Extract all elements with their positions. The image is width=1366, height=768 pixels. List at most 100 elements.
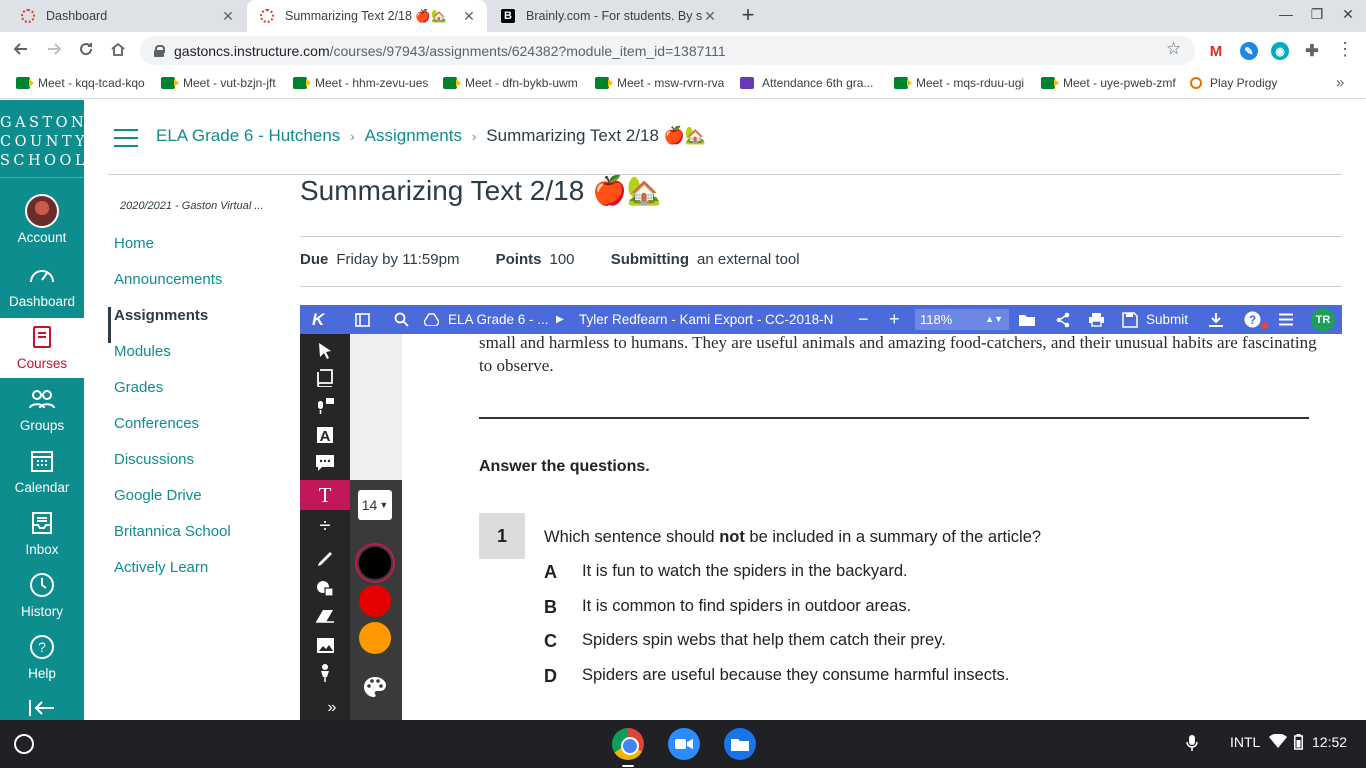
global-nav-groups[interactable]: Groups — [0, 380, 84, 442]
restore-button[interactable]: ❐ — [1307, 6, 1327, 23]
kami-file-name[interactable]: Tyler Redfearn - Kami Export - CC-2018-N — [579, 305, 833, 334]
font-size-select[interactable]: 14 ▼ — [358, 490, 392, 520]
print-icon[interactable] — [1088, 305, 1105, 334]
global-nav-calendar[interactable]: Calendar — [0, 442, 84, 504]
open-folder-icon[interactable] — [1018, 305, 1038, 334]
image-insert-icon[interactable] — [300, 631, 350, 659]
close-tab-icon[interactable]: ✕ — [220, 8, 236, 25]
submit-button[interactable]: Submit — [1122, 305, 1188, 334]
course-nav-modules[interactable]: Modules — [108, 343, 231, 379]
zoom-in-button[interactable]: + — [889, 305, 900, 334]
answer-option-b[interactable]: B It is common to find spiders in outdoor… — [544, 597, 911, 618]
reload-button[interactable] — [73, 38, 99, 64]
global-nav-help[interactable]: ? Help — [0, 628, 84, 690]
minimize-button[interactable]: — — [1276, 6, 1296, 22]
bookmark-item[interactable]: Play Prodigy — [1190, 76, 1277, 90]
course-nav-google-drive[interactable]: Google Drive — [108, 487, 231, 523]
tab-brainly[interactable]: B Brainly.com - For students. By st ✕ — [488, 0, 728, 32]
new-tab-button[interactable]: + — [736, 4, 760, 28]
answer-option-a[interactable]: A It is fun to watch the spiders in the b… — [544, 562, 908, 583]
download-icon[interactable] — [1208, 305, 1224, 334]
clock[interactable]: 12:52 — [1312, 734, 1347, 750]
course-nav-grades[interactable]: Grades — [108, 379, 231, 415]
color-swatch-orange[interactable] — [359, 622, 391, 654]
expand-tools-icon[interactable]: » — [314, 694, 350, 722]
course-nav-conferences[interactable]: Conferences — [108, 415, 231, 451]
voice-comment-icon[interactable] — [300, 392, 350, 420]
close-tab-icon[interactable]: ✕ — [702, 8, 718, 25]
bookmark-star-icon[interactable]: ☆ — [1166, 39, 1181, 59]
help-icon[interactable]: ? — [1244, 305, 1261, 334]
color-swatch-red[interactable] — [359, 585, 391, 617]
bookmark-item[interactable]: Meet - kqq-tcad-kqo — [16, 76, 145, 90]
screencastify-extension-icon[interactable]: ◉ — [1271, 42, 1289, 60]
answer-option-d[interactable]: D Spiders are useful because they consume… — [544, 666, 1009, 687]
more-bookmarks-icon[interactable]: » — [1336, 74, 1344, 91]
bookmark-item[interactable]: Meet - hhm-zevu-ues — [293, 76, 428, 90]
course-nav-discussions[interactable]: Discussions — [108, 451, 231, 487]
edpuzzle-extension-icon[interactable]: ✎ — [1240, 42, 1258, 60]
kami-folder-name[interactable]: ELA Grade 6 - ... — [448, 305, 549, 334]
global-nav-account[interactable]: Account — [0, 192, 84, 254]
school-logo[interactable]: GASTON COUNTY SCHOOLS — [0, 100, 98, 178]
global-nav-courses[interactable]: Courses — [0, 318, 84, 378]
course-nav-actively-learn[interactable]: Actively Learn — [108, 559, 231, 595]
answer-option-c[interactable]: C Spiders spin webs that help them catch … — [544, 631, 946, 652]
breadcrumb-assignments[interactable]: Assignments — [365, 126, 462, 146]
bookmark-item[interactable]: Attendance 6th gra... — [740, 76, 873, 90]
signature-icon[interactable] — [300, 659, 350, 687]
share-icon[interactable] — [1055, 305, 1071, 334]
zoom-out-button[interactable]: − — [858, 305, 869, 334]
sidebar-toggle-icon[interactable] — [355, 305, 370, 334]
tab-summarizing-text[interactable]: Summarizing Text 2/18 🍎🏡 ✕ — [247, 0, 487, 32]
launcher-icon[interactable] — [14, 734, 34, 754]
zoom-app-icon[interactable] — [668, 728, 700, 760]
user-avatar[interactable]: TR — [1311, 308, 1335, 332]
files-app-icon[interactable] — [724, 728, 756, 760]
eraser-icon[interactable] — [300, 602, 350, 630]
bookmark-item[interactable]: Meet - msw-rvrn-rva — [595, 76, 724, 90]
global-nav-history[interactable]: History — [0, 566, 84, 628]
forward-button[interactable] — [41, 38, 67, 64]
microphone-icon[interactable] — [1186, 734, 1198, 755]
tab-dashboard[interactable]: Dashboard ✕ — [8, 0, 246, 32]
shapes-icon[interactable] — [300, 574, 350, 602]
breadcrumb-course[interactable]: ELA Grade 6 - Hutchens — [156, 126, 340, 146]
comment-icon[interactable] — [300, 449, 350, 477]
extensions-puzzle-icon[interactable]: ✚ — [1303, 42, 1321, 60]
back-button[interactable] — [8, 38, 34, 64]
bookmark-item[interactable]: Meet - mqs-rduu-ugi — [894, 76, 1024, 90]
bookmark-item[interactable]: Meet - uye-pweb-zmf — [1041, 76, 1176, 90]
course-nav-home[interactable]: Home — [108, 235, 231, 271]
address-bar[interactable]: gastoncs.instructure.com /courses/97943/… — [140, 36, 1195, 65]
chrome-menu-icon[interactable]: ⋮ — [1336, 39, 1354, 60]
wifi-icon[interactable] — [1269, 733, 1287, 751]
select-cursor-icon[interactable] — [300, 336, 350, 364]
bookmark-item[interactable]: Meet - dfn-bykb-uwm — [443, 76, 578, 90]
battery-icon[interactable] — [1294, 734, 1303, 753]
global-nav-inbox[interactable]: Inbox — [0, 504, 84, 566]
chrome-app-icon[interactable] — [612, 728, 644, 760]
menu-icon[interactable] — [1278, 305, 1294, 334]
text-box-tool-icon[interactable]: T — [300, 480, 350, 510]
close-tab-icon[interactable]: ✕ — [461, 8, 477, 25]
pen-draw-icon[interactable] — [300, 545, 350, 573]
bookmark-item[interactable]: Meet - vut-bzjn-jft — [161, 76, 276, 90]
course-nav-announcements[interactable]: Announcements — [108, 271, 231, 307]
global-nav-dashboard[interactable]: Dashboard — [0, 256, 84, 318]
course-nav-britannica[interactable]: Britannica School — [108, 523, 231, 559]
text-highlight-icon[interactable]: A — [300, 421, 350, 449]
color-swatch-black[interactable] — [359, 547, 391, 579]
dictionary-icon[interactable] — [300, 364, 350, 392]
search-icon[interactable] — [394, 305, 409, 334]
close-window-button[interactable]: ✕ — [1338, 6, 1358, 23]
course-menu-toggle[interactable] — [114, 129, 138, 147]
home-button[interactable] — [105, 38, 131, 64]
color-palette-icon[interactable] — [363, 676, 387, 704]
course-nav-assignments[interactable]: Assignments — [108, 307, 231, 343]
zoom-select[interactable]: 118% ▲▼ — [915, 309, 1009, 330]
gmail-extension-icon[interactable]: M — [1207, 42, 1225, 60]
equation-icon[interactable]: ÷ — [300, 512, 350, 540]
input-method-label[interactable]: INTL — [1230, 734, 1260, 750]
pdf-document[interactable]: small and harmless to humans. They are u… — [402, 334, 1342, 720]
